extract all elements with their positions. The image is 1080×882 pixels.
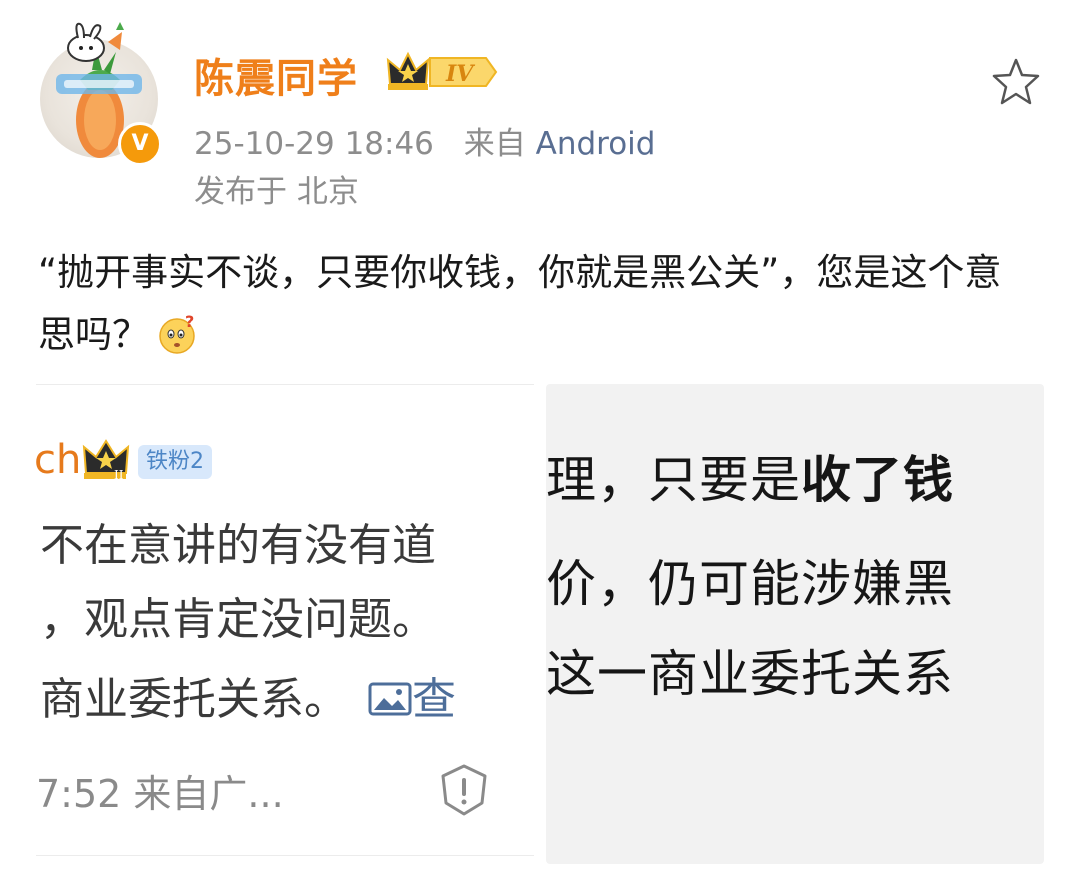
star-outline-icon[interactable] <box>990 56 1042 108</box>
level-text: IV <box>445 61 475 87</box>
image1-line-3: 商业委托关系。 查 <box>40 663 456 727</box>
image1-line-1: 不在意讲的有没有道 <box>40 520 436 571</box>
crown-level-text: II <box>114 468 124 481</box>
image1-footer: 7:52 来自广... <box>36 772 284 816</box>
image2-line-1a: 理，只要是 <box>546 451 801 509</box>
confused-emoji-icon: ? <box>159 313 195 354</box>
image1-line-3-text: 商业委托关系。 <box>40 674 348 725</box>
timestamp: 25-10-29 18:46 <box>194 126 434 162</box>
attached-image-1[interactable]: ch II 铁粉2 不在意讲的有没有道 ，观点肯定没问题。 商业委托关系。 查 … <box>36 384 534 856</box>
post-location: 发布于 北京 <box>194 174 359 210</box>
username[interactable]: 陈震同学 <box>194 46 358 104</box>
crown-level-icon: II <box>82 439 130 481</box>
post-meta: 25-10-29 18:46 来自 Android <box>194 118 655 163</box>
verified-v-icon: V <box>118 122 162 166</box>
fan-badge: 铁粉2 <box>138 445 212 479</box>
source-device[interactable]: Android <box>536 126 656 162</box>
image2-line-3: 这一商业委托关系 <box>546 645 954 703</box>
view-image-link: 查 <box>412 674 456 725</box>
source-prefix: 来自 <box>463 126 526 162</box>
image1-line-2: ，观点肯定没问题。 <box>40 594 436 645</box>
image2-line-1b: 收了钱 <box>801 451 954 509</box>
image1-username-fragment: ch <box>36 437 82 483</box>
bunny-pendant-icon <box>67 22 124 62</box>
member-crown-badge[interactable]: IV <box>386 50 498 94</box>
attached-image-2[interactable]: 理，只要是收了钱 价，仍可能涉嫌黑 这一商业委托关系 <box>546 384 1044 864</box>
svg-text:?: ? <box>185 313 194 331</box>
image2-line-1: 理，只要是收了钱 <box>546 440 954 512</box>
shield-alert-icon <box>441 764 487 816</box>
image-icon <box>368 682 412 716</box>
image2-line-2: 价，仍可能涉嫌黑 <box>546 555 954 613</box>
post-text: “抛开事实不谈，只要你收钱，你就是黑公关”，您是这个意思吗？ ? <box>38 242 1038 366</box>
